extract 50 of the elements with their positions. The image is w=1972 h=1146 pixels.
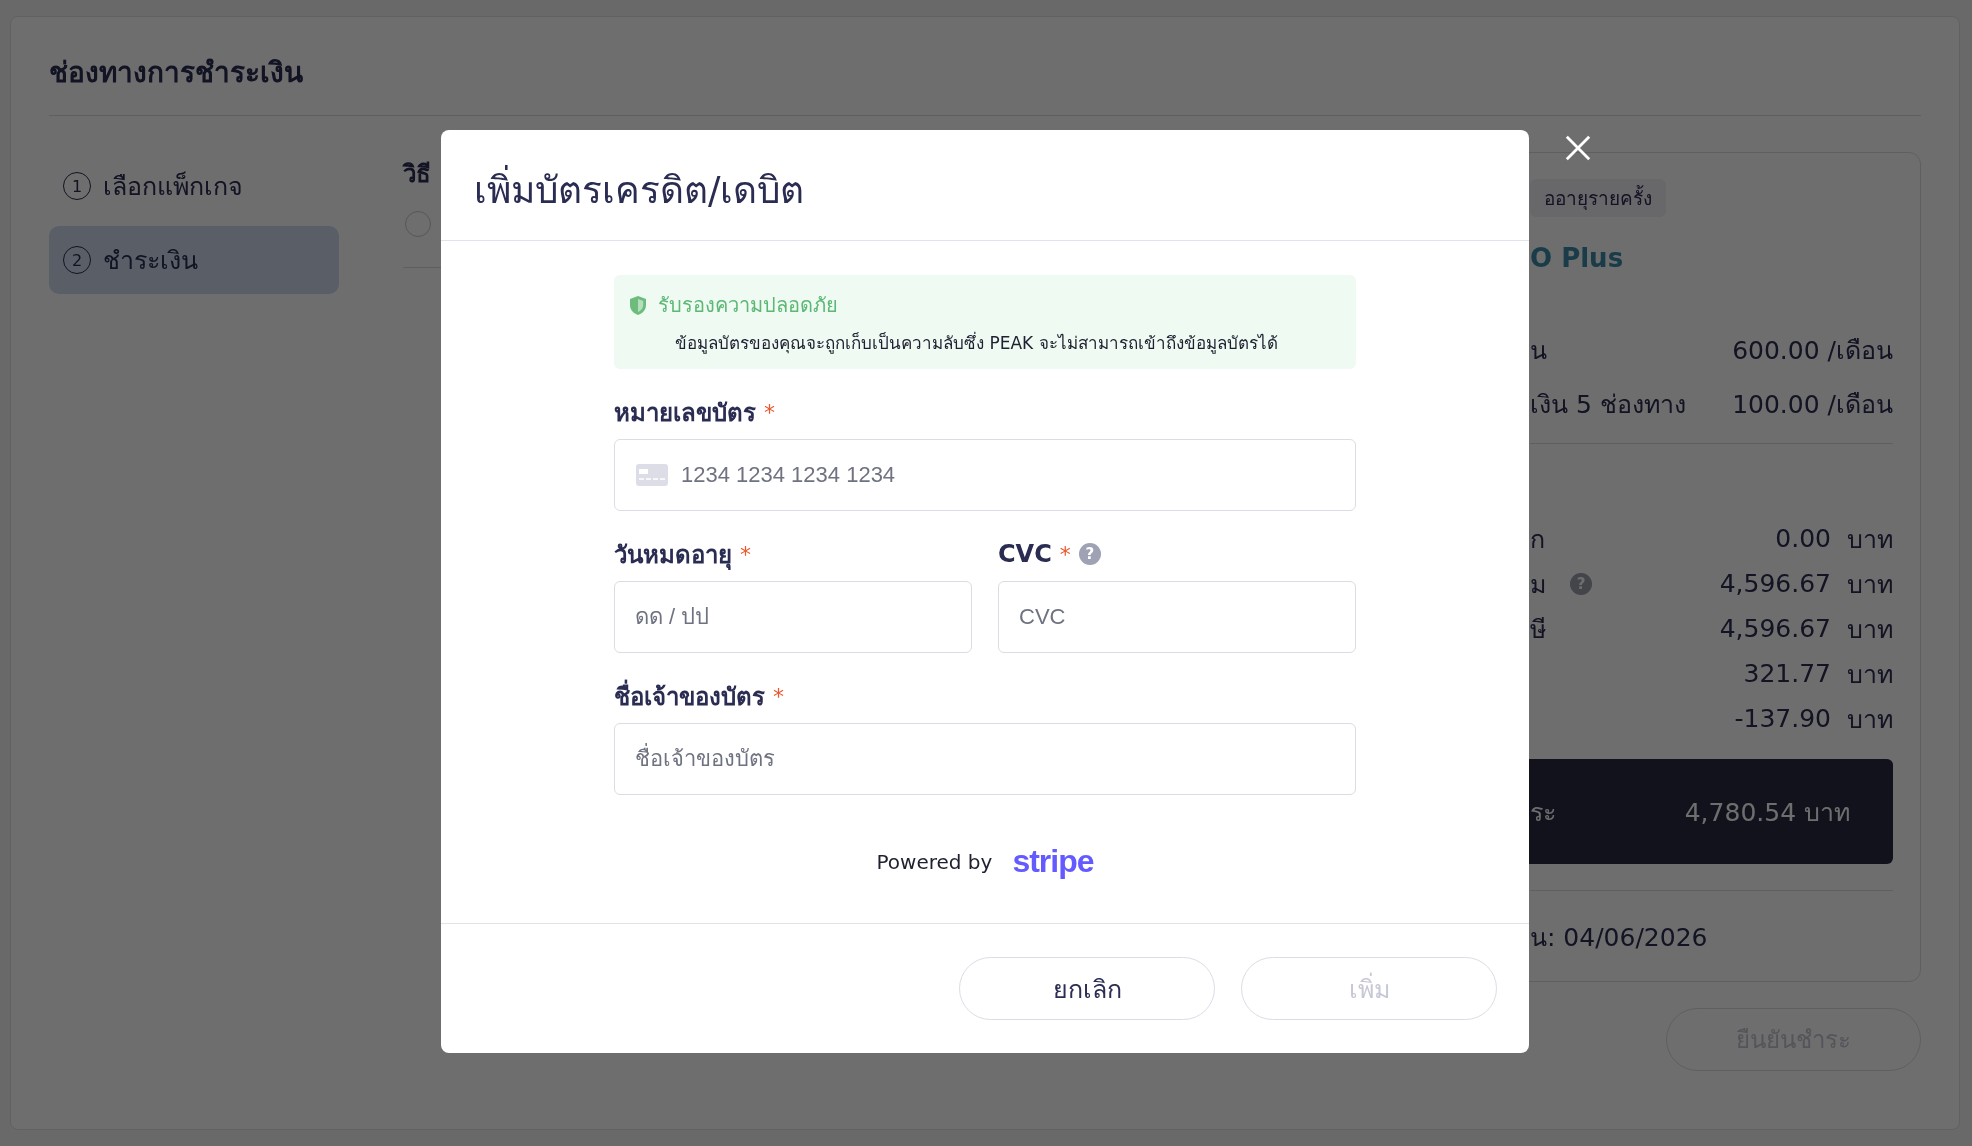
currency-unit: บาท [1847, 568, 1893, 601]
line-amount: 4,596.67 [1719, 569, 1831, 598]
required-mark: * [740, 541, 751, 567]
currency-unit: บาท [1847, 703, 1893, 736]
stripe-logo: stripe [1012, 843, 1094, 880]
notice-text: ข้อมูลบัตรของคุณจะถูกเก็บเป็นความลับซึ่ง PEAK จะไม่สามารถเข้าถึงข้อมูลบัตรได้ [675, 330, 1279, 356]
required-mark: * [764, 399, 775, 425]
field-label: วันหมดอายุ [614, 539, 732, 572]
item-amount: 100.00 /เดือน [1732, 389, 1893, 421]
input-field[interactable]: ชื่อเจ้าของบัตร [614, 723, 1356, 795]
field-label: CVC [998, 540, 1052, 568]
total-label: ระ [1530, 796, 1556, 829]
cancel-button[interactable]: ยกเลิก [959, 957, 1215, 1020]
plan-name: O Plus [1530, 243, 1625, 273]
field-label: หมายเลขบัตร [614, 397, 756, 429]
modal-title: เพิ่มบัตรเครดิต/เดบิต [474, 159, 805, 219]
plan-tag: ออายุรายครั้ง [1530, 179, 1666, 217]
item-label: น [1530, 335, 1547, 367]
line-amount: 4,596.67 [1719, 614, 1831, 643]
help-icon[interactable]: ? [1078, 543, 1101, 565]
step-label: เลือกแพ็กเกจ [103, 170, 243, 203]
line-amount: -137.90 [1734, 704, 1831, 733]
total-amount: 4,780.54 บาท [1684, 796, 1850, 829]
notice-title: รับรองความปลอดภัย [658, 292, 838, 319]
input-field[interactable]: CVC [998, 581, 1356, 653]
field-label: ชื่อเจ้าของบัตร [614, 676, 765, 716]
step-item[interactable]: 1 เลือกแพ็กเกจ [49, 152, 339, 220]
line-label: ษี [1530, 613, 1546, 646]
currency-unit: บาท [1847, 523, 1893, 556]
line-label: ม [1530, 568, 1546, 601]
line-amount: 321.77 [1743, 659, 1831, 688]
close-icon[interactable] [1564, 134, 1592, 162]
shield-icon [628, 294, 648, 316]
help-icon[interactable]: ? [1570, 572, 1592, 595]
powered-by-text: Powered by [876, 849, 993, 874]
step-item[interactable]: 2 ชำระเงิน [49, 226, 339, 294]
item-label: เงิน 5 ช่องทาง [1530, 389, 1686, 421]
required-mark: * [773, 683, 784, 709]
due-date: น: 04/06/2026 [1530, 890, 1893, 957]
currency-unit: บาท [1847, 658, 1893, 691]
input-field[interactable]: ดด / ปป [614, 581, 972, 653]
page-title: ช่องทางการชำระเงิน [49, 55, 303, 91]
input-field[interactable]: 1234 1234 1234 1234 [614, 439, 1356, 511]
item-amount: 600.00 /เดือน [1732, 335, 1893, 367]
required-mark: * [1059, 541, 1071, 567]
section-heading: วิธี [403, 159, 431, 190]
currency-unit: บาท [1847, 613, 1893, 646]
line-label: ก [1530, 523, 1545, 556]
line-amount: 0.00 [1775, 524, 1831, 553]
step-label: ชำระเงิน [103, 245, 198, 277]
